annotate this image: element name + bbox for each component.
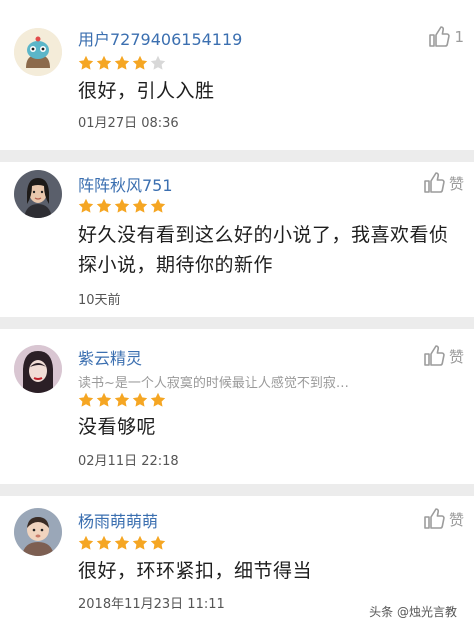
- review-content: 没看够呢: [78, 416, 157, 438]
- star-filled-icon: [96, 55, 112, 70]
- like-label: 1: [454, 28, 464, 46]
- cartoon-avatar-icon: [14, 28, 62, 76]
- star-rating: [78, 198, 166, 214]
- like-button[interactable]: 赞: [422, 343, 464, 369]
- star-rating: [78, 535, 166, 551]
- review-content: 好久没有看到这么好的小说了，我喜欢看侦探小说，期待你的新作: [78, 224, 449, 276]
- user-photo-avatar-icon: [14, 345, 62, 393]
- user-signature: 读书~是一个人寂寞的时候最让人感觉不到寂…: [78, 376, 349, 391]
- star-filled-icon: [114, 392, 130, 407]
- star-filled-icon: [132, 392, 148, 407]
- avatar[interactable]: [14, 170, 62, 218]
- star-filled-icon: [150, 535, 166, 550]
- star-filled-icon: [150, 198, 166, 213]
- star-rating: [78, 55, 166, 71]
- star-filled-icon: [96, 198, 112, 213]
- avatar[interactable]: [14, 345, 62, 393]
- review-item-2: 阵阵秋风751 好久没有看到这么好的小说了，我喜欢看侦探小说，期待你的新作 10…: [0, 162, 474, 317]
- like-button[interactable]: 赞: [422, 506, 464, 532]
- star-filled-icon: [78, 55, 94, 70]
- star-filled-icon: [96, 535, 112, 550]
- like-label: 赞: [448, 347, 464, 366]
- review-content: 很好，环环紧扣，细节得当: [78, 560, 313, 582]
- star-filled-icon: [114, 535, 130, 550]
- review-time: 01月27日 08:36: [78, 116, 179, 131]
- thumbs-up-icon: [429, 26, 451, 47]
- like-label: 赞: [448, 174, 464, 193]
- review-time: 02月11日 22:18: [78, 454, 179, 469]
- star-filled-icon: [78, 392, 94, 407]
- username[interactable]: 杨雨萌萌萌: [78, 508, 158, 532]
- review-item-1: 用户7279406154119 很好，引人入胜 01月27日 08:36 1: [0, 0, 474, 150]
- star-filled-icon: [96, 392, 112, 407]
- like-button[interactable]: 1: [427, 24, 464, 50]
- review-time: 10天前: [78, 293, 121, 308]
- avatar[interactable]: [14, 28, 62, 76]
- review-content: 很好，引人入胜: [78, 80, 215, 102]
- star-filled-icon: [114, 198, 130, 213]
- watermark: 头条 @烛光言教: [366, 602, 460, 621]
- thumbs-up-icon: [424, 172, 445, 193]
- username[interactable]: 紫云精灵: [78, 345, 142, 369]
- divider: [0, 484, 474, 496]
- username[interactable]: 用户7279406154119: [78, 26, 242, 50]
- star-filled-icon: [78, 535, 94, 550]
- star-filled-icon: [132, 535, 148, 550]
- review-time: 2018年11月23日 11:11: [78, 597, 225, 612]
- divider: [0, 317, 474, 329]
- star-rating: [78, 392, 166, 408]
- user-photo-avatar-icon: [14, 170, 62, 218]
- child-photo-avatar-icon: [14, 508, 62, 556]
- star-filled-icon: [150, 392, 166, 407]
- like-button[interactable]: 赞: [422, 170, 464, 196]
- thumbs-up-icon: [424, 508, 445, 529]
- thumbs-up-icon: [424, 345, 445, 366]
- divider: [0, 150, 474, 162]
- star-filled-icon: [78, 198, 94, 213]
- star-empty-icon: [150, 55, 166, 70]
- avatar[interactable]: [14, 508, 62, 556]
- star-filled-icon: [132, 55, 148, 70]
- username[interactable]: 阵阵秋风751: [78, 172, 173, 196]
- review-item-3: 紫云精灵 读书~是一个人寂寞的时候最让人感觉不到寂… 没看够呢 02月11日 2…: [0, 329, 474, 484]
- like-label: 赞: [448, 510, 464, 529]
- star-filled-icon: [132, 198, 148, 213]
- star-filled-icon: [114, 55, 130, 70]
